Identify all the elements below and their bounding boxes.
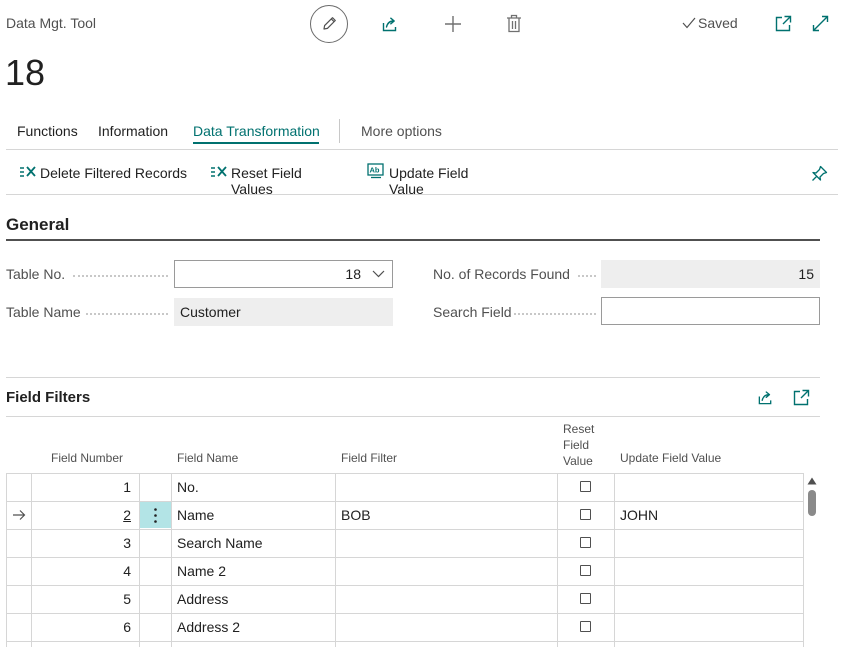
- open-new-window-icon[interactable]: [793, 389, 810, 406]
- field-number-cell[interactable]: 6: [32, 613, 140, 641]
- field-name-cell[interactable]: Name 2: [177, 557, 226, 585]
- search-field-label: Search Field: [433, 304, 512, 320]
- records-found-field: 15: [601, 260, 820, 288]
- table-no-value: 18: [345, 266, 361, 282]
- table-name-leader: [86, 313, 168, 315]
- saved-status: Saved: [698, 15, 738, 31]
- table-no-label: Table No.: [6, 266, 66, 282]
- delete-filtered-records-label: Delete Filtered Records: [40, 165, 188, 181]
- field-number-cell[interactable]: 1: [32, 473, 140, 501]
- table-row[interactable]: 2 Name BOB JOHN: [6, 501, 804, 529]
- field-number-cell[interactable]: 3: [32, 529, 140, 557]
- tab-information[interactable]: Information: [98, 123, 168, 139]
- field-number-cell[interactable]: 4: [32, 557, 140, 585]
- reset-field-value-checkbox[interactable]: [580, 509, 591, 520]
- field-number-cell[interactable]: 5: [32, 585, 140, 613]
- share-icon[interactable]: [757, 389, 774, 406]
- update-field-value-button[interactable]: Ab Update Field Value: [367, 162, 507, 197]
- reset-field-value-checkbox[interactable]: [580, 565, 591, 576]
- general-section-title[interactable]: General: [6, 215, 69, 235]
- tab-functions[interactable]: Functions: [17, 123, 78, 139]
- chevron-down-icon[interactable]: [372, 270, 385, 278]
- table-row[interactable]: 5 Address: [6, 585, 804, 613]
- open-new-window-icon[interactable]: [775, 15, 792, 32]
- field-filter-cell[interactable]: BOB: [341, 501, 371, 529]
- reset-field-values-button[interactable]: Reset Field Values: [210, 162, 345, 197]
- table-row[interactable]: 6 Address 2: [6, 613, 804, 641]
- table-name-field: Customer: [174, 298, 393, 326]
- active-tab-indicator: [193, 142, 319, 144]
- records-found-label: No. of Records Found: [433, 266, 570, 282]
- update-field-value-cell[interactable]: JOHN: [620, 501, 658, 529]
- field-number-cell[interactable]: 2: [32, 501, 140, 529]
- reset-field-values-label: Reset Field Values: [231, 165, 302, 197]
- general-section-rule: [6, 239, 820, 241]
- reset-header-line-2: Field: [563, 438, 590, 452]
- table-row[interactable]: 3 Search Name: [6, 529, 804, 557]
- table-row[interactable]: 1 No.: [6, 473, 804, 501]
- search-field-input[interactable]: [601, 297, 820, 325]
- reset-header-line-3: Value: [563, 454, 593, 468]
- field-name-cell[interactable]: Address 2: [177, 613, 240, 641]
- row-divider: [6, 641, 804, 642]
- field-name-cell[interactable]: No.: [177, 473, 199, 501]
- tab-divider: [339, 119, 340, 143]
- table-no-leader: [73, 275, 168, 277]
- tabs-divider: [6, 149, 838, 150]
- row-menu-button[interactable]: [140, 502, 171, 528]
- row-menu-icon: [154, 508, 157, 523]
- pin-icon[interactable]: [811, 165, 828, 182]
- app-title: Data Mgt. Tool: [6, 15, 97, 31]
- field-name-cell[interactable]: Search Name: [177, 529, 263, 557]
- field-filters-divider: [6, 416, 820, 417]
- column-header-update-field-value[interactable]: Update Field Value: [620, 451, 721, 465]
- field-filters-title[interactable]: Field Filters: [6, 389, 90, 406]
- reset-fields-icon: [210, 164, 228, 180]
- update-field-icon: Ab: [367, 163, 384, 180]
- field-name-cell[interactable]: Name: [177, 501, 214, 529]
- scroll-up-icon[interactable]: [807, 477, 817, 485]
- delete-filtered-records-button[interactable]: Delete Filtered Records: [19, 162, 189, 184]
- table-no-field[interactable]: 18: [174, 260, 393, 288]
- reset-field-value-checkbox[interactable]: [580, 537, 591, 548]
- column-header-reset-field-value[interactable]: Reset Field Value: [563, 421, 594, 469]
- actions-divider: [6, 194, 838, 195]
- general-bottom-divider: [6, 377, 820, 378]
- row-arrow-icon: [12, 509, 26, 521]
- table-row[interactable]: 4 Name 2: [6, 557, 804, 585]
- update-field-value-label: Update Field Value: [389, 165, 469, 197]
- table-name-value: Customer: [180, 304, 241, 320]
- record-number-title: 18: [5, 52, 46, 93]
- tab-data-transformation[interactable]: Data Transformation: [193, 123, 320, 139]
- tab-more-options[interactable]: More options: [361, 123, 442, 139]
- edit-icon: [321, 15, 338, 32]
- checkmark-icon: [682, 17, 696, 29]
- column-header-field-number[interactable]: Field Number: [51, 451, 123, 465]
- expand-icon[interactable]: [812, 15, 829, 32]
- field-name-cell[interactable]: Address: [177, 585, 228, 613]
- reset-field-value-checkbox[interactable]: [580, 593, 591, 604]
- scrollbar-thumb[interactable]: [808, 490, 816, 516]
- reset-header-line-1: Reset: [563, 422, 595, 436]
- add-icon[interactable]: [444, 15, 462, 33]
- share-icon[interactable]: [381, 15, 399, 33]
- search-field-leader: [514, 313, 596, 315]
- svg-text:Ab: Ab: [370, 166, 380, 175]
- reset-field-value-checkbox[interactable]: [580, 621, 591, 632]
- column-header-field-name[interactable]: Field Name: [177, 451, 238, 465]
- edit-button[interactable]: [310, 5, 348, 43]
- column-header-field-filter[interactable]: Field Filter: [341, 451, 397, 465]
- records-found-leader: [578, 275, 596, 277]
- reset-field-value-checkbox[interactable]: [580, 481, 591, 492]
- records-found-value: 15: [798, 266, 814, 282]
- delete-filtered-icon: [19, 164, 37, 180]
- table-name-label: Table Name: [6, 304, 81, 320]
- delete-icon[interactable]: [506, 14, 522, 33]
